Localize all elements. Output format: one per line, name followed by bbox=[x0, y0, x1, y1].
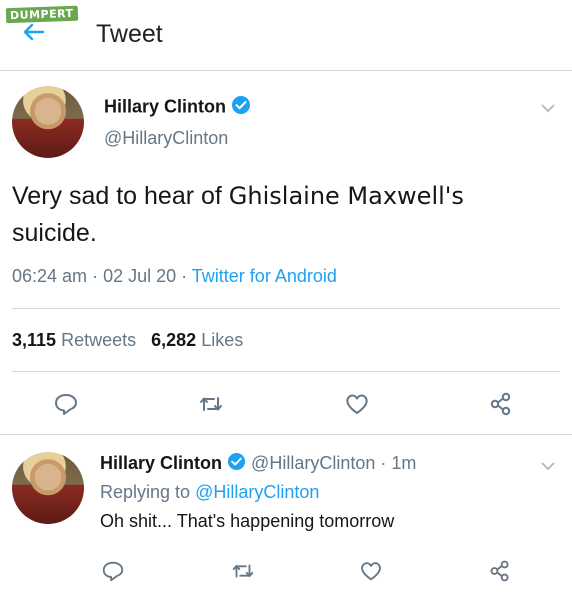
likes-label: Likes bbox=[201, 330, 244, 350]
reply-author-handle: @HillaryClinton bbox=[251, 452, 376, 473]
likes-stat[interactable]: 6,282 Likes bbox=[151, 330, 243, 350]
action-divider bbox=[0, 434, 572, 435]
replying-to-link[interactable]: @HillaryClinton bbox=[195, 482, 319, 502]
reply-share-icon[interactable] bbox=[487, 558, 515, 586]
reply-author-name: Hillary Clinton bbox=[100, 452, 223, 473]
retweets-label: Retweets bbox=[61, 330, 137, 350]
chevron-down-icon[interactable] bbox=[540, 100, 556, 113]
tweet-text-part2: suicide. bbox=[12, 219, 97, 247]
share-icon[interactable] bbox=[487, 390, 515, 418]
reply-like-heart-icon[interactable] bbox=[358, 558, 386, 586]
reply-author[interactable]: Hillary Clinton @HillaryClinton · 1m bbox=[100, 452, 416, 476]
tweet-text-part1: Very sad to hear of bbox=[12, 182, 229, 210]
stats-divider bbox=[12, 371, 560, 372]
reply-icon[interactable] bbox=[52, 390, 80, 418]
likes-count: 6,282 bbox=[151, 330, 197, 350]
tweet-client-link[interactable]: Twitter for Android bbox=[192, 266, 337, 286]
meta-separator: · bbox=[176, 266, 192, 286]
tweet-date: 02 Jul 20 bbox=[103, 266, 177, 286]
reply-time: · 1m bbox=[375, 452, 417, 473]
retweets-stat[interactable]: 3,115 Retweets bbox=[12, 330, 136, 350]
tweet-time: 06:24 am bbox=[12, 266, 88, 286]
reply-retweet-icon[interactable] bbox=[230, 558, 258, 586]
tweet-meta: 06:24 am · 02 Jul 20 · Twitter for Andro… bbox=[12, 266, 337, 287]
back-arrow-icon[interactable] bbox=[22, 20, 46, 44]
meta-divider bbox=[12, 308, 560, 309]
replying-prefix: Replying to bbox=[100, 482, 196, 502]
tweet-author[interactable]: Hillary Clinton bbox=[104, 95, 251, 120]
author-handle[interactable]: @HillaryClinton bbox=[104, 128, 228, 149]
reply-avatar[interactable] bbox=[12, 452, 84, 524]
reply-reply-icon[interactable] bbox=[100, 558, 128, 586]
header-divider bbox=[0, 70, 572, 71]
retweet-icon[interactable] bbox=[197, 390, 225, 418]
verified-badge-icon bbox=[231, 95, 251, 120]
like-heart-icon[interactable] bbox=[343, 390, 371, 418]
meta-separator: · bbox=[87, 266, 104, 286]
avatar[interactable] bbox=[12, 86, 84, 158]
author-name: Hillary Clinton bbox=[104, 96, 227, 117]
reply-chevron-down-icon[interactable] bbox=[540, 458, 556, 471]
retweets-count: 3,115 bbox=[12, 330, 57, 350]
tweet-text-inserted: Ghislaine Maxwell's bbox=[228, 182, 464, 210]
tweet-text: Very sad to hear of Ghislaine Maxwell's … bbox=[12, 178, 552, 252]
replying-to: Replying to @HillaryClinton bbox=[100, 482, 319, 503]
page-title: Tweet bbox=[96, 20, 163, 48]
verified-badge-icon bbox=[227, 452, 246, 476]
reply-text: Oh shit... That's happening tomorrow bbox=[100, 511, 395, 531]
tweet-stats: 3,115 Retweets 6,282 Likes bbox=[12, 330, 243, 351]
